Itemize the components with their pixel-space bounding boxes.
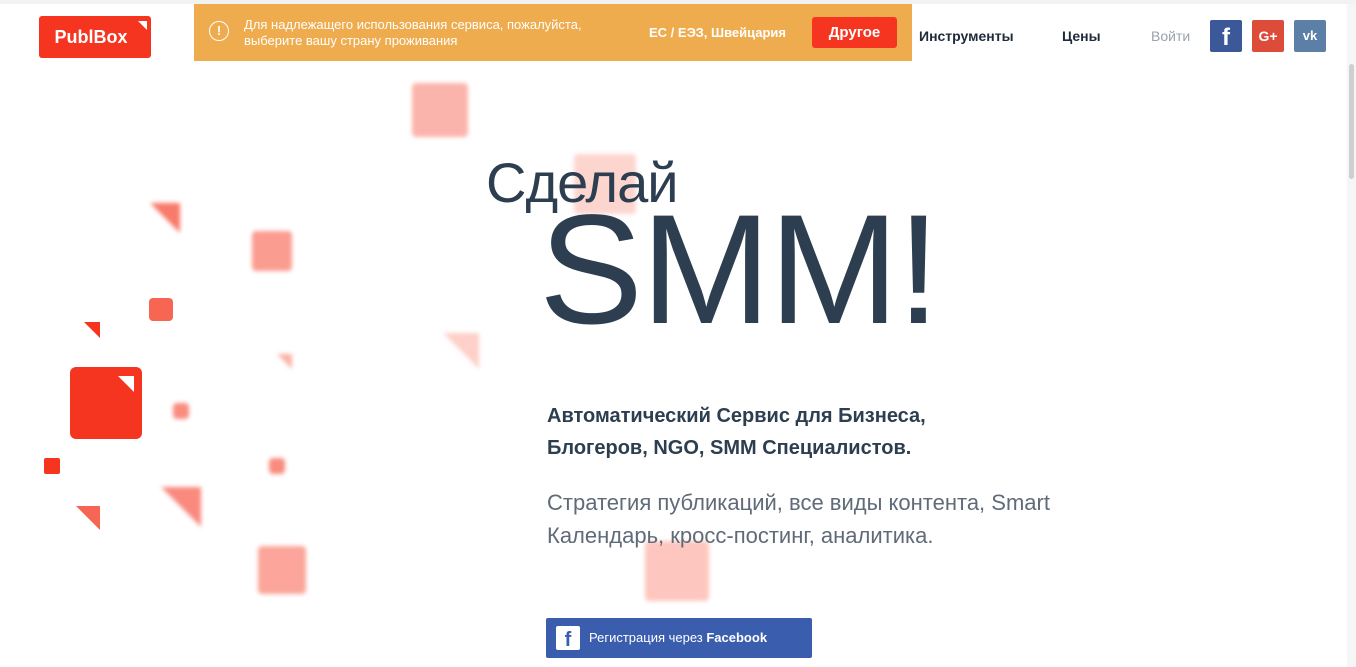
hero-heading-large: SMM! — [539, 183, 940, 357]
facebook-register-button[interactable]: f Регистрация через Facebook — [546, 618, 812, 658]
other-country-button[interactable]: Другое — [812, 17, 897, 48]
google-plus-icon[interactable]: G+ — [1252, 20, 1284, 52]
logo-corner-icon — [138, 21, 147, 30]
decor-corner-icon — [118, 376, 134, 392]
logo-text: PublBox — [54, 26, 128, 47]
publbox-logo[interactable]: PublBox — [39, 16, 151, 58]
decor-triangle — [277, 354, 292, 369]
decor-square — [412, 83, 468, 137]
warning-icon: ! — [209, 21, 229, 41]
country-banner: ! Для надлежащего использования сервиса,… — [194, 4, 912, 61]
decor-logo-square — [70, 367, 142, 439]
hero-tagline: Автоматический Сервис для Бизнеса, Блоге… — [547, 405, 926, 459]
decor-triangle — [76, 506, 100, 530]
login-link[interactable]: Войти — [1151, 28, 1190, 44]
scrollbar-thumb[interactable] — [1349, 64, 1354, 179]
decor-square — [252, 231, 292, 271]
decor-triangle — [443, 333, 479, 369]
decor-square — [269, 458, 285, 474]
vk-icon[interactable]: vk — [1294, 20, 1326, 52]
decor-square — [44, 458, 60, 474]
facebook-register-label: Регистрация через Facebook — [589, 630, 767, 645]
decor-triangle — [161, 487, 201, 527]
region-option-eu[interactable]: ЕС / ЕЭЗ, Швейцария — [649, 25, 786, 40]
decor-square — [149, 298, 173, 321]
decor-square — [258, 546, 306, 594]
banner-message: Для надлежащего использования сервиса, п… — [244, 17, 582, 48]
decor-triangle — [150, 203, 180, 233]
nav-tools-link[interactable]: Инструменты — [919, 28, 1014, 44]
facebook-register-prefix: Регистрация через — [589, 630, 707, 645]
nav-prices-link[interactable]: Цены — [1062, 28, 1101, 44]
decor-square — [173, 403, 189, 419]
facebook-icon: f — [556, 626, 580, 651]
facebook-icon[interactable]: f — [1210, 20, 1242, 52]
facebook-register-brand: Facebook — [706, 630, 768, 645]
decor-triangle — [84, 322, 100, 338]
hero-description: Стратегия публикаций, все виды контента,… — [547, 490, 1050, 548]
scrollbar[interactable] — [1347, 4, 1356, 667]
